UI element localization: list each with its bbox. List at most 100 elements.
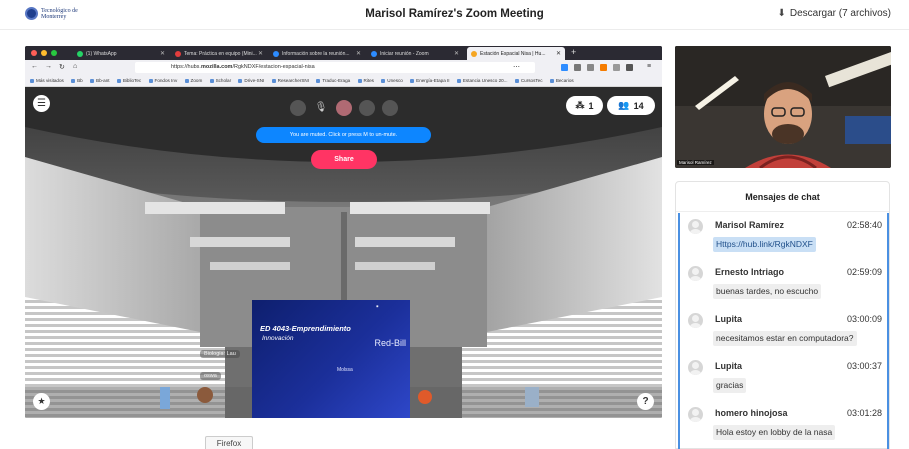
maximize-window-icon[interactable] bbox=[51, 50, 57, 56]
menu-icon[interactable]: ≡ bbox=[647, 63, 651, 70]
hubs-toolbar: 🎙 bbox=[290, 100, 398, 116]
message-link[interactable]: Https://hub.link/RgkNDXF bbox=[713, 237, 816, 252]
bookmark[interactable]: Fondos Inv bbox=[149, 75, 178, 86]
hamburger-menu-button[interactable]: ☰ bbox=[33, 95, 50, 112]
whatsapp-icon bbox=[77, 50, 83, 57]
browser-tab-active[interactable]: Estación Espacial Nisa | Hu... ✕ bbox=[467, 47, 565, 60]
reload-icon[interactable]: ↻ bbox=[59, 63, 65, 71]
minimize-window-icon[interactable] bbox=[41, 50, 47, 56]
tab-label: Estación Espacial Nisa | Hu... bbox=[480, 50, 546, 57]
back-icon[interactable]: ← bbox=[31, 63, 38, 70]
close-window-icon[interactable] bbox=[31, 50, 37, 56]
browser-tab[interactable]: Tema: Práctica en equipo (Mini... ✕ bbox=[171, 47, 267, 60]
poster-subtitle: Innovación bbox=[262, 335, 294, 342]
tab-label: Información sobre la reunión... bbox=[282, 50, 350, 57]
bookmark[interactable]: Drive-SNI bbox=[238, 75, 264, 86]
shared-screen: (1) WhatsApp ✕ Tema: Práctica en equipo … bbox=[25, 46, 662, 418]
chat-message: Marisol Ramírez 02:58:40 Https://hub.lin… bbox=[680, 213, 887, 260]
chat-message-list[interactable]: Marisol Ramírez 02:58:40 Https://hub.lin… bbox=[678, 213, 889, 449]
presence-list-button[interactable]: 👥 14 bbox=[607, 96, 655, 115]
bookmark[interactable]: Bb bbox=[71, 75, 83, 86]
download-toolbar-icon[interactable] bbox=[561, 64, 568, 71]
muted-banner[interactable]: You are muted. Click or press M to un-mu… bbox=[256, 127, 431, 143]
close-tab-icon[interactable]: ✕ bbox=[258, 50, 263, 57]
close-tab-icon[interactable]: ✕ bbox=[160, 50, 165, 57]
bookmark[interactable]: Rites bbox=[358, 75, 374, 86]
url-domain: mozilla.com bbox=[200, 64, 233, 70]
favorite-star-button[interactable]: ★ bbox=[33, 393, 50, 410]
browser-tab[interactable]: Iniciar reunión - Zoom ✕ bbox=[367, 47, 463, 60]
app-label: Firefox bbox=[205, 436, 253, 449]
message-text: gracias bbox=[713, 378, 747, 393]
bookmark[interactable]: Traduc-Eraga bbox=[316, 75, 350, 86]
tab-label: (1) WhatsApp bbox=[86, 50, 117, 57]
pen-icon[interactable] bbox=[359, 100, 375, 116]
help-button[interactable]: ? bbox=[637, 393, 654, 410]
camera-icon[interactable] bbox=[290, 100, 306, 116]
message-time: 02:59:09 bbox=[846, 267, 882, 277]
hubs-icon bbox=[471, 50, 477, 57]
user-avatar-icon bbox=[688, 407, 703, 422]
extension-icon[interactable] bbox=[626, 64, 633, 71]
meeting-title: Marisol Ramírez's Zoom Meeting bbox=[365, 8, 544, 20]
forward-icon[interactable]: → bbox=[45, 63, 52, 70]
download-button[interactable]: ⬇ Descargar (7 archivos) bbox=[777, 8, 891, 19]
message-text: Hola estoy en lobby de la nasa bbox=[713, 425, 836, 440]
message-sender: Lupita bbox=[715, 361, 742, 371]
close-tab-icon[interactable]: ✕ bbox=[356, 50, 361, 57]
message-sender: Ernesto Intriago bbox=[715, 267, 785, 277]
close-tab-icon[interactable]: ✕ bbox=[556, 50, 561, 57]
chat-message: Ernesto Intriago 02:59:09 buenas tardes,… bbox=[680, 260, 887, 307]
chat-title: Mensajes de chat bbox=[676, 182, 889, 212]
close-tab-icon[interactable]: ✕ bbox=[454, 50, 459, 57]
zoom-recording-viewer: Tecnológico de Monterrey Marisol Ramírez… bbox=[0, 0, 909, 449]
bookmark[interactable]: Bb-ant bbox=[90, 75, 110, 86]
zoom-icon bbox=[273, 50, 279, 57]
avatar-button[interactable] bbox=[336, 100, 352, 116]
more-icon[interactable]: ⋯ bbox=[513, 63, 520, 71]
bookmark[interactable]: Estancia Unesco 20... bbox=[457, 75, 508, 86]
message-time: 03:01:28 bbox=[846, 408, 882, 418]
room-users-count: 1 bbox=[588, 100, 594, 111]
library-icon[interactable] bbox=[574, 64, 581, 71]
bookmark[interactable]: Scholar bbox=[210, 75, 232, 86]
microphone-icon[interactable]: 🎙 bbox=[313, 100, 329, 116]
message-time: 02:58:40 bbox=[846, 220, 882, 230]
user-avatar-icon bbox=[688, 219, 703, 234]
bookmark[interactable]: Becarios bbox=[550, 75, 574, 86]
extension-icon[interactable] bbox=[613, 64, 620, 71]
message-text: buenas tardes, no escucho bbox=[713, 284, 822, 299]
bookmark[interactable]: Unesco bbox=[381, 75, 403, 86]
url-path: /RgkNDXF/estacion-espacial-nisa bbox=[232, 64, 315, 70]
extension-icon[interactable] bbox=[600, 64, 607, 71]
message-time: 03:00:09 bbox=[846, 314, 882, 324]
zoom-icon bbox=[371, 50, 377, 57]
chat-message: homero hinojosa 03:01:28 Hola estoy en l… bbox=[680, 401, 887, 448]
message-sender: Lupita bbox=[715, 314, 742, 324]
address-field[interactable]: https://hubs.mozilla.com/RgkNDXF/estacio… bbox=[135, 62, 535, 73]
share-button[interactable]: Share bbox=[311, 150, 377, 169]
bookmark[interactable]: Zoom bbox=[185, 75, 203, 86]
poster-side-text: Red-Bill bbox=[374, 338, 406, 348]
sidebar-icon[interactable] bbox=[587, 64, 594, 71]
user-avatar-icon bbox=[688, 313, 703, 328]
browser-tab[interactable]: (1) WhatsApp ✕ bbox=[73, 47, 169, 60]
message-time: 03:00:37 bbox=[846, 361, 882, 371]
object-icon[interactable] bbox=[382, 100, 398, 116]
room-users-button[interactable]: ⁂ 1 bbox=[566, 96, 603, 115]
bookmark[interactable]: Energía-Etapa II bbox=[410, 75, 449, 86]
participant-video-frame bbox=[675, 46, 891, 168]
hubs-scene[interactable]: ☰ 🎙 ⁂ 1 👥 14 You are muted. Click or pre… bbox=[25, 87, 662, 418]
browser-tab-bar: (1) WhatsApp ✕ Tema: Práctica en equipo … bbox=[25, 46, 662, 60]
top-bar: Tecnológico de Monterrey Marisol Ramírez… bbox=[0, 0, 909, 30]
message-text: necesitamos estar en computadora? bbox=[713, 331, 857, 346]
new-tab-icon[interactable]: + bbox=[571, 47, 576, 57]
bookmark[interactable]: Más visitados bbox=[30, 75, 64, 86]
avatar-nametag: Biologia: Lau bbox=[200, 350, 240, 358]
group-icon: 👥 bbox=[618, 100, 630, 110]
home-icon[interactable]: ⌂ bbox=[73, 63, 77, 70]
bookmark[interactable]: BiblioTec bbox=[117, 75, 141, 86]
bookmark[interactable]: CursosTec bbox=[515, 75, 543, 86]
browser-tab[interactable]: Información sobre la reunión... ✕ bbox=[269, 47, 365, 60]
bookmark[interactable]: ResearcherSNI bbox=[272, 75, 309, 86]
